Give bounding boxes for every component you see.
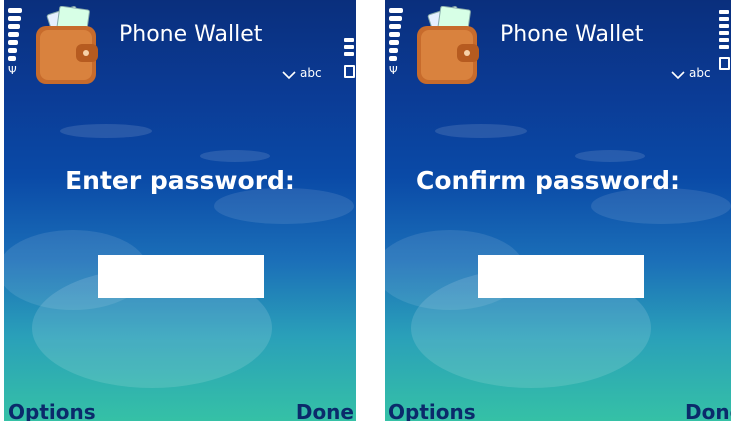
status-header: Ψ Phone Wallet abc bbox=[385, 0, 731, 96]
done-softkey[interactable]: Done bbox=[296, 400, 354, 421]
password-input[interactable] bbox=[98, 255, 264, 298]
message-mode-icon bbox=[282, 69, 296, 80]
status-header: Ψ Phone Wallet abc bbox=[4, 0, 356, 96]
confirm-password-screen: Ψ Phone Wallet abc Confirm password: Opt… bbox=[385, 0, 731, 421]
options-softkey[interactable]: Options bbox=[8, 400, 96, 421]
wallet-icon bbox=[417, 6, 479, 84]
input-mode-label: abc bbox=[300, 66, 322, 80]
wallet-icon bbox=[36, 6, 98, 84]
battery-body-icon bbox=[719, 57, 730, 70]
done-softkey[interactable]: Done bbox=[685, 400, 731, 421]
antenna-icon: Ψ bbox=[8, 64, 17, 77]
input-mode-label: abc bbox=[689, 66, 711, 80]
signal-strength-icon bbox=[8, 8, 22, 66]
message-mode-icon bbox=[671, 69, 685, 80]
options-softkey[interactable]: Options bbox=[388, 400, 476, 421]
confirm-password-input[interactable] bbox=[478, 255, 644, 298]
app-title: Phone Wallet bbox=[119, 22, 263, 47]
signal-strength-icon bbox=[389, 8, 403, 66]
bg-ellipse bbox=[60, 124, 152, 138]
password-prompt: Enter password: bbox=[65, 166, 295, 195]
battery-icon bbox=[719, 10, 730, 70]
password-prompt: Confirm password: bbox=[416, 166, 680, 195]
bg-ellipse bbox=[200, 150, 270, 162]
bg-ellipse bbox=[575, 150, 645, 162]
battery-icon bbox=[344, 38, 355, 78]
input-mode-indicator: abc bbox=[671, 66, 711, 80]
input-mode-indicator: abc bbox=[282, 66, 322, 80]
battery-body-icon bbox=[344, 65, 355, 78]
antenna-icon: Ψ bbox=[389, 64, 398, 77]
app-title: Phone Wallet bbox=[500, 22, 644, 47]
enter-password-screen: Ψ Phone Wallet abc Enter password: Optio… bbox=[4, 0, 356, 421]
bg-ellipse bbox=[435, 124, 527, 138]
